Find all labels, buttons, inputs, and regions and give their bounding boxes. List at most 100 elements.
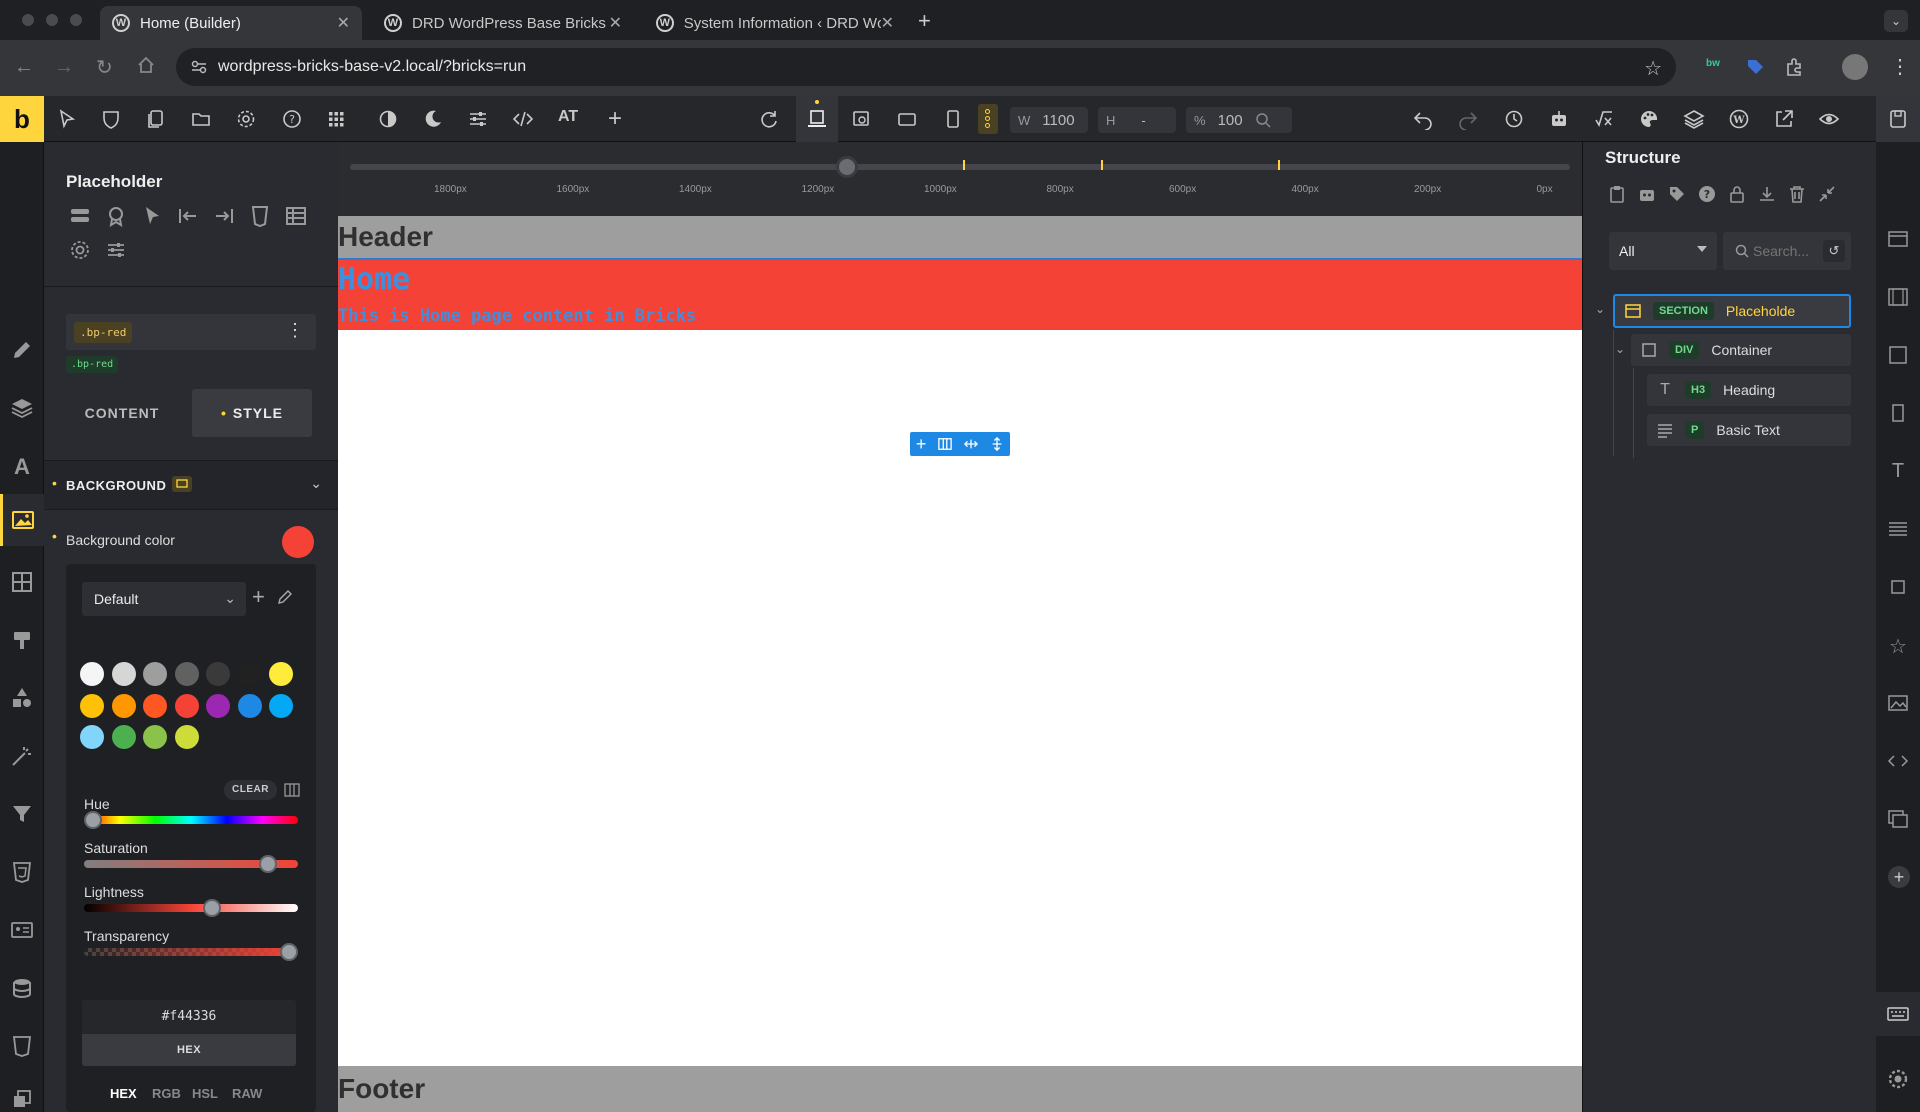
color-swatch[interactable] (143, 725, 167, 749)
bookmark-star-icon[interactable]: ☆ (1644, 56, 1662, 81)
color-swatch[interactable] (111, 662, 136, 686)
button-element-icon[interactable] (1887, 576, 1909, 598)
browser-tab-system-info[interactable]: W System Information ‹ DRD Wc ✕ (644, 6, 906, 40)
align-right-icon[interactable] (212, 204, 236, 228)
structure-stack-icon[interactable] (68, 204, 92, 228)
format-hex-tab[interactable]: HEX (110, 1086, 137, 1101)
clear-button[interactable]: CLEAR (224, 780, 277, 800)
robot-ai-icon[interactable] (1548, 108, 1570, 130)
color-swatch[interactable] (111, 693, 136, 718)
structure-filter-select[interactable]: All (1609, 232, 1717, 270)
tags-icon[interactable] (1667, 184, 1687, 204)
color-swatch[interactable] (269, 693, 293, 718)
home-icon[interactable] (136, 55, 156, 75)
color-swatch[interactable] (206, 662, 230, 686)
color-swatch[interactable] (80, 725, 104, 749)
add-element-plus-icon[interactable]: + (1888, 866, 1910, 888)
filter-icon[interactable] (10, 802, 34, 826)
div-element-icon[interactable] (1887, 402, 1909, 424)
transparency-slider[interactable] (84, 948, 298, 956)
color-swatch[interactable] (174, 693, 199, 718)
canvas-zoom-field[interactable]: % 100 (1186, 107, 1292, 133)
external-link-icon[interactable] (1773, 108, 1795, 130)
columns-layout-icon[interactable] (938, 437, 953, 451)
formula-icon[interactable] (1593, 108, 1615, 130)
color-swatch[interactable] (174, 662, 199, 686)
saturation-handle[interactable] (259, 855, 278, 873)
tab-content[interactable]: CONTENT (62, 389, 182, 437)
keyboard-shortcuts-button[interactable] (1876, 992, 1920, 1036)
background-tab-button[interactable] (0, 494, 44, 546)
class-selector[interactable]: .bp-red ⋮ (66, 314, 316, 350)
breakpoint-desktop-button[interactable] (796, 96, 838, 142)
preview-eye-icon[interactable] (1818, 108, 1840, 130)
close-icon[interactable]: ✕ (881, 13, 894, 33)
ruler-track[interactable] (350, 164, 1570, 170)
home-text[interactable]: This is Home page content in Bricks (338, 306, 696, 326)
profile-avatar[interactable] (1842, 54, 1868, 80)
shapes-icon[interactable] (10, 686, 34, 710)
bg-color-swatch[interactable] (282, 526, 314, 558)
chevron-down-icon[interactable]: ⌄ (310, 475, 322, 492)
reset-search-icon[interactable]: ↺ (1823, 240, 1845, 262)
placeholder-section[interactable]: Home This is Home page content in Bricks (338, 258, 1582, 330)
window-minimize-dot[interactable] (46, 14, 58, 26)
window-maximize-dot[interactable] (70, 14, 82, 26)
star-icon[interactable]: ☆ (1887, 634, 1909, 658)
hex-input[interactable]: #f44336 (82, 1000, 296, 1034)
color-swatch[interactable] (80, 693, 104, 718)
layers-icon[interactable] (10, 396, 34, 420)
format-button[interactable]: HEX (82, 1034, 296, 1066)
badge-icon[interactable] (104, 204, 128, 228)
laptop-icon[interactable] (850, 108, 872, 130)
heading-element-icon[interactable]: T (1887, 460, 1909, 482)
close-icon[interactable]: ✕ (337, 13, 350, 33)
palette-select[interactable]: Default ⌄ (82, 582, 246, 616)
hue-handle[interactable] (83, 811, 102, 829)
extension-tag-icon[interactable] (1744, 56, 1766, 78)
chevron-down-icon[interactable]: ⌄ (1595, 302, 1605, 316)
close-icon[interactable]: ✕ (609, 13, 622, 33)
code-icon[interactable] (512, 108, 534, 130)
color-swatch[interactable] (237, 662, 262, 686)
columns-icon[interactable] (284, 782, 300, 798)
breakpoint-more-icon[interactable] (978, 104, 998, 134)
color-swatch[interactable] (143, 693, 167, 718)
hue-slider[interactable] (84, 816, 298, 824)
moon-icon[interactable] (422, 108, 444, 130)
plus-icon[interactable]: + (604, 107, 626, 131)
window-close-dot[interactable] (22, 14, 34, 26)
footer-template[interactable]: Footer (338, 1066, 1582, 1112)
zoom-icon[interactable] (1255, 112, 1271, 128)
id-card-icon[interactable] (10, 918, 34, 942)
vertical-resize-icon[interactable] (990, 437, 1004, 451)
url-input[interactable]: wordpress-bricks-base-v2.local/?bricks=r… (176, 48, 1676, 86)
lightness-handle[interactable] (203, 899, 222, 917)
css-icon[interactable] (10, 860, 34, 884)
header-template[interactable]: Header (338, 216, 1582, 258)
extensions-puzzle-icon[interactable] (1784, 56, 1806, 78)
new-tab-button[interactable]: + (918, 8, 931, 34)
color-swatch[interactable] (237, 693, 262, 718)
pencil-icon[interactable] (10, 338, 34, 362)
database-icon[interactable] (10, 976, 34, 1000)
save-button[interactable] (1876, 96, 1920, 142)
redo-icon[interactable] (1457, 108, 1479, 130)
color-swatch[interactable] (80, 662, 104, 686)
color-swatch[interactable] (143, 662, 167, 686)
bricks-logo[interactable]: b (0, 96, 44, 142)
active-class-tag[interactable]: .bp-red (66, 356, 119, 373)
code-element-icon[interactable] (1887, 750, 1909, 772)
canvas-width-field[interactable]: W 1100 (1010, 107, 1088, 133)
robot-ai-icon[interactable] (1637, 184, 1657, 204)
forward-arrow-icon[interactable]: → (54, 56, 74, 79)
container-element-icon[interactable] (1887, 286, 1909, 308)
canvas-height-field[interactable]: H - (1098, 107, 1176, 133)
collapse-icon[interactable] (1817, 184, 1837, 204)
color-swatch[interactable] (174, 725, 199, 749)
history-icon[interactable] (1503, 108, 1525, 130)
tab-style[interactable]: • STYLE (192, 389, 312, 437)
tab-search-chevron-icon[interactable]: ⌄ (1884, 10, 1908, 32)
browser-tab-drd-base[interactable]: W DRD WordPress Base Bricks ✕ (372, 6, 634, 40)
site-settings-icon[interactable] (190, 58, 208, 76)
